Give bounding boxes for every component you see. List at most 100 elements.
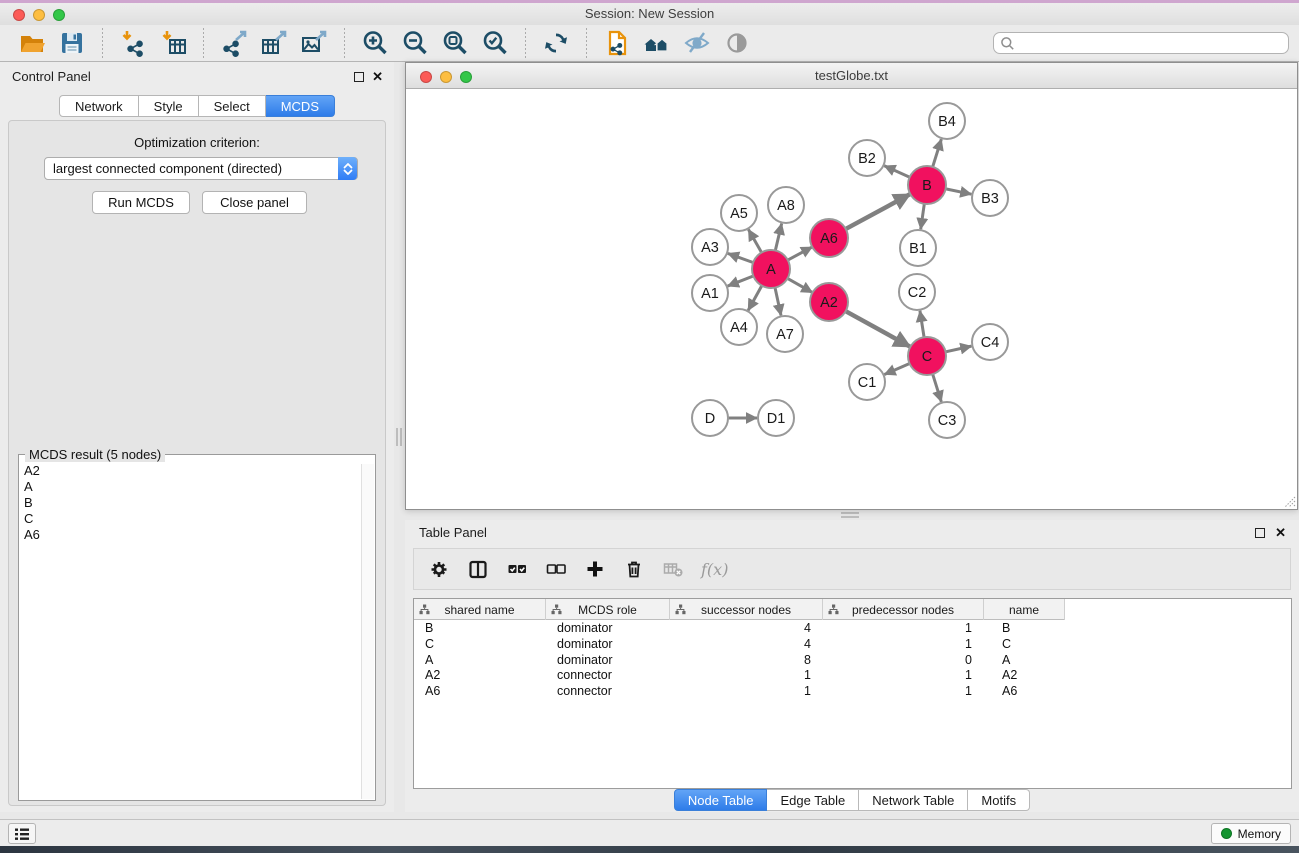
table-row[interactable]: Adominator80A: [414, 653, 1291, 669]
graph-node-A5[interactable]: A5: [721, 195, 757, 231]
graph-edge-A-A4[interactable]: [748, 285, 762, 311]
graph-node-C3[interactable]: C3: [929, 402, 965, 438]
show-hide-graphics-details-icon[interactable]: [677, 27, 717, 59]
graph-node-A8[interactable]: A8: [768, 187, 804, 223]
task-history-button[interactable]: [8, 823, 36, 844]
deselect-all-rows-icon[interactable]: [545, 558, 567, 580]
select-all-rows-icon[interactable]: [506, 558, 528, 580]
show-hide-annotations-icon[interactable]: [717, 27, 757, 59]
add-column-icon[interactable]: [584, 558, 606, 580]
optimization-criterion-select[interactable]: largest connected component (directed): [44, 157, 358, 180]
graph-node-D[interactable]: D: [692, 400, 728, 436]
graph-node-A1[interactable]: A1: [692, 275, 728, 311]
tab-style[interactable]: Style: [139, 95, 199, 117]
graph-edge-C-C4[interactable]: [945, 346, 972, 352]
mcds-result-list[interactable]: A2ABCA6: [22, 463, 359, 798]
graph-edge-A-A3[interactable]: [728, 253, 754, 262]
first-neighbors-icon[interactable]: [637, 27, 677, 59]
refresh-layout-icon[interactable]: [536, 27, 576, 59]
graph-edge-A2-C[interactable]: [845, 311, 911, 347]
control-panel-title: Control Panel: [12, 62, 91, 92]
graph-node-B2[interactable]: B2: [849, 140, 885, 176]
delete-columns-icon[interactable]: [623, 558, 645, 580]
graph-node-D1[interactable]: D1: [758, 400, 794, 436]
table-row[interactable]: A6connector11A6: [414, 684, 1291, 700]
tab-motifs[interactable]: Motifs: [968, 789, 1030, 811]
column-header-MCDS-role[interactable]: MCDS role: [546, 599, 670, 620]
app-titlebar[interactable]: Session: New Session: [0, 3, 1299, 25]
column-header-name[interactable]: name: [984, 599, 1065, 620]
graph-edge-A-A8[interactable]: [775, 223, 782, 251]
graph-node-A3[interactable]: A3: [692, 229, 728, 265]
graph-node-A[interactable]: A: [752, 250, 790, 288]
graph-node-C[interactable]: C: [908, 337, 946, 375]
graph-edge-C-C3[interactable]: [932, 373, 941, 402]
network-window-titlebar[interactable]: testGlobe.txt: [406, 63, 1297, 89]
graph-edge-B-B4[interactable]: [932, 139, 941, 168]
function-builder-icon[interactable]: f(x): [701, 558, 728, 580]
tab-select[interactable]: Select: [199, 95, 266, 117]
save-session-icon[interactable]: [52, 27, 92, 59]
delete-table-icon[interactable]: [662, 558, 684, 580]
zoom-selected-icon[interactable]: [475, 27, 515, 59]
clone-network-icon[interactable]: [597, 27, 637, 59]
graph-edge-B-B3[interactable]: [945, 189, 972, 195]
graph-node-A7[interactable]: A7: [767, 316, 803, 352]
tab-mcds[interactable]: MCDS: [266, 95, 335, 117]
tab-network[interactable]: Network: [59, 95, 139, 117]
import-network-icon[interactable]: [113, 27, 153, 59]
graph-edge-C-C2[interactable]: [920, 311, 924, 338]
graph-edge-B-B2[interactable]: [884, 166, 910, 178]
result-scrollbar[interactable]: [361, 464, 374, 799]
graph-edge-A6-B[interactable]: [845, 194, 910, 229]
table-row[interactable]: Cdominator41C: [414, 637, 1291, 653]
table-row[interactable]: Bdominator41B: [414, 621, 1291, 637]
graph-edge-A-A1[interactable]: [728, 276, 755, 286]
float-panel-icon[interactable]: [354, 72, 364, 82]
column-visibility-icon[interactable]: [467, 558, 489, 580]
close-panel-icon[interactable]: ✕: [372, 66, 383, 88]
horizontal-splitter-grip[interactable]: [841, 512, 859, 518]
import-table-icon[interactable]: [153, 27, 193, 59]
tab-network-table[interactable]: Network Table: [859, 789, 968, 811]
network-canvas[interactable]: B4 B2 B B3 A8 A5 A6 B1 A3 A C2 A1 A2 A4 A7 C4 C C1 C3 D D1: [406, 89, 1297, 509]
open-file-icon[interactable]: [12, 27, 52, 59]
graph-node-C2[interactable]: C2: [899, 274, 935, 310]
search-input[interactable]: [993, 32, 1289, 54]
memory-button[interactable]: Memory: [1211, 823, 1291, 844]
graph-node-B3[interactable]: B3: [972, 180, 1008, 216]
close-panel-button[interactable]: Close panel: [202, 191, 307, 214]
graph-edge-C-C1[interactable]: [884, 363, 910, 374]
graph-node-A2[interactable]: A2: [810, 283, 848, 321]
tab-node-table[interactable]: Node Table: [674, 789, 768, 811]
graph-edge-A-A5[interactable]: [748, 229, 762, 253]
column-header-successor-nodes[interactable]: successor nodes: [670, 599, 823, 620]
graph-node-A4[interactable]: A4: [721, 309, 757, 345]
resize-grip-icon[interactable]: [1282, 494, 1296, 508]
graph-edge-A-A2[interactable]: [787, 278, 813, 293]
graph-edge-A-A6[interactable]: [787, 247, 812, 261]
tab-edge-table[interactable]: Edge Table: [767, 789, 859, 811]
graph-node-A6[interactable]: A6: [810, 219, 848, 257]
export-network-icon[interactable]: [214, 27, 254, 59]
close-table-panel-icon[interactable]: ✕: [1275, 522, 1286, 544]
graph-edge-B-B1[interactable]: [921, 203, 925, 229]
graph-node-B[interactable]: B: [908, 166, 946, 204]
zoom-fit-icon[interactable]: [435, 27, 475, 59]
run-mcds-button[interactable]: Run MCDS: [92, 191, 190, 214]
graph-node-B4[interactable]: B4: [929, 103, 965, 139]
graph-edge-A-A7[interactable]: [775, 287, 781, 316]
export-image-icon[interactable]: [294, 27, 334, 59]
export-table-icon[interactable]: [254, 27, 294, 59]
table-row[interactable]: A2connector11A2: [414, 668, 1291, 684]
table-options-icon[interactable]: [428, 558, 450, 580]
graph-node-B1[interactable]: B1: [900, 230, 936, 266]
column-header-predecessor-nodes[interactable]: predecessor nodes: [823, 599, 984, 620]
graph-node-C4[interactable]: C4: [972, 324, 1008, 360]
vertical-splitter-grip[interactable]: [396, 428, 402, 446]
column-header-shared-name[interactable]: shared name: [414, 599, 546, 620]
float-table-panel-icon[interactable]: [1255, 528, 1265, 538]
graph-node-C1[interactable]: C1: [849, 364, 885, 400]
zoom-in-icon[interactable]: [355, 27, 395, 59]
zoom-out-icon[interactable]: [395, 27, 435, 59]
